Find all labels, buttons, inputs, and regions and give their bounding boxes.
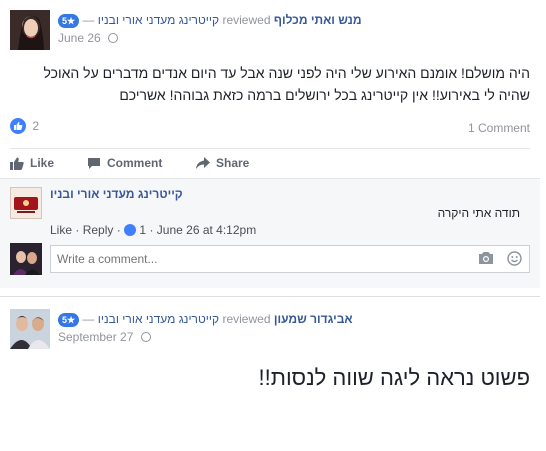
- review-card: 5★ — קייטרינג מעדני אורי ובניו reviewed …: [0, 0, 540, 288]
- reviewed-label: reviewed: [222, 312, 271, 326]
- smiley-icon[interactable]: [507, 251, 522, 266]
- rating-badge: 5★: [58, 13, 80, 28]
- review-card: 5★ — קייטרינג מעדני אורי ובניו reviewed …: [0, 296, 540, 451]
- reviewed-label: reviewed: [222, 13, 271, 27]
- thumbs-up-icon: [10, 157, 24, 170]
- comment-actions: Like · Reply · 1 · June 26 at 4:12pm: [50, 223, 257, 237]
- review-meta: September 27: [58, 329, 151, 345]
- comment-label: Comment: [107, 156, 163, 170]
- reviewer-avatar[interactable]: [10, 10, 50, 50]
- share-label: Share: [216, 156, 250, 170]
- globe-icon: [108, 33, 119, 43]
- rating-badge: 5★: [58, 312, 80, 327]
- review-header: 5★ — קייטרינג מעדני אורי ובניו reviewed …: [10, 309, 530, 353]
- comment-text: תודה אתי היקרה: [437, 206, 520, 220]
- like-count[interactable]: 2: [32, 119, 39, 133]
- review-meta: June 26: [58, 30, 119, 46]
- comment-icon: [88, 157, 100, 169]
- share-button[interactable]: Share: [195, 156, 249, 170]
- comment-like-link[interactable]: Like: [50, 223, 72, 237]
- review-text: פשוט נראה ליגה שווה לנסות!!: [258, 365, 530, 390]
- action-bar: Like Comment Share: [10, 148, 530, 178]
- comment-author[interactable]: קייטרינג מעדני אורי ובניו: [50, 187, 183, 201]
- review-date[interactable]: June 26: [58, 31, 101, 45]
- camera-icon[interactable]: [478, 251, 494, 265]
- commenter-avatar[interactable]: [10, 187, 42, 219]
- like-button[interactable]: Like: [10, 156, 54, 170]
- comment-reply-link[interactable]: Reply: [83, 223, 114, 237]
- engagement-stats: 2 1 Comment: [10, 118, 530, 140]
- thumbs-up-icon: [10, 118, 26, 134]
- comment-button[interactable]: Comment: [87, 156, 162, 170]
- like-label: Like: [30, 156, 55, 170]
- share-icon: [196, 156, 210, 169]
- page-link[interactable]: קייטרינג מעדני אורי ובניו: [98, 312, 219, 326]
- globe-icon: [140, 332, 151, 342]
- comment-like-count[interactable]: 1: [139, 223, 146, 237]
- review-text: היה מושלם! אומנם האירוע שלי היה לפני שנה…: [43, 65, 531, 103]
- reviewer-name[interactable]: מנש ואתי מכלוף: [274, 13, 362, 27]
- page-link[interactable]: קייטרינג מעדני אורי ובניו: [98, 13, 219, 27]
- review-header: 5★ — קייטרינג מעדני אורי ובניו reviewed …: [10, 10, 530, 54]
- current-user-avatar: [10, 243, 42, 275]
- comment-input[interactable]: [50, 245, 530, 273]
- review-headline: 5★ — קייטרינג מעדני אורי ובניו reviewed …: [58, 11, 530, 29]
- comment-count[interactable]: 1 Comment: [468, 121, 530, 135]
- review-date[interactable]: September 27: [58, 330, 133, 344]
- comment-timestamp[interactable]: June 26 at 4:12pm: [157, 223, 256, 237]
- reviewer-avatar[interactable]: [10, 309, 50, 349]
- review-headline: 5★ — קייטרינג מעדני אורי ובניו reviewed …: [58, 310, 530, 328]
- comments-section: קייטרינג מעדני אורי ובניו תודה אתי היקרה…: [0, 178, 540, 288]
- reviewer-name[interactable]: אביגדור שמעון: [274, 312, 353, 326]
- thumbs-up-icon: [124, 224, 137, 236]
